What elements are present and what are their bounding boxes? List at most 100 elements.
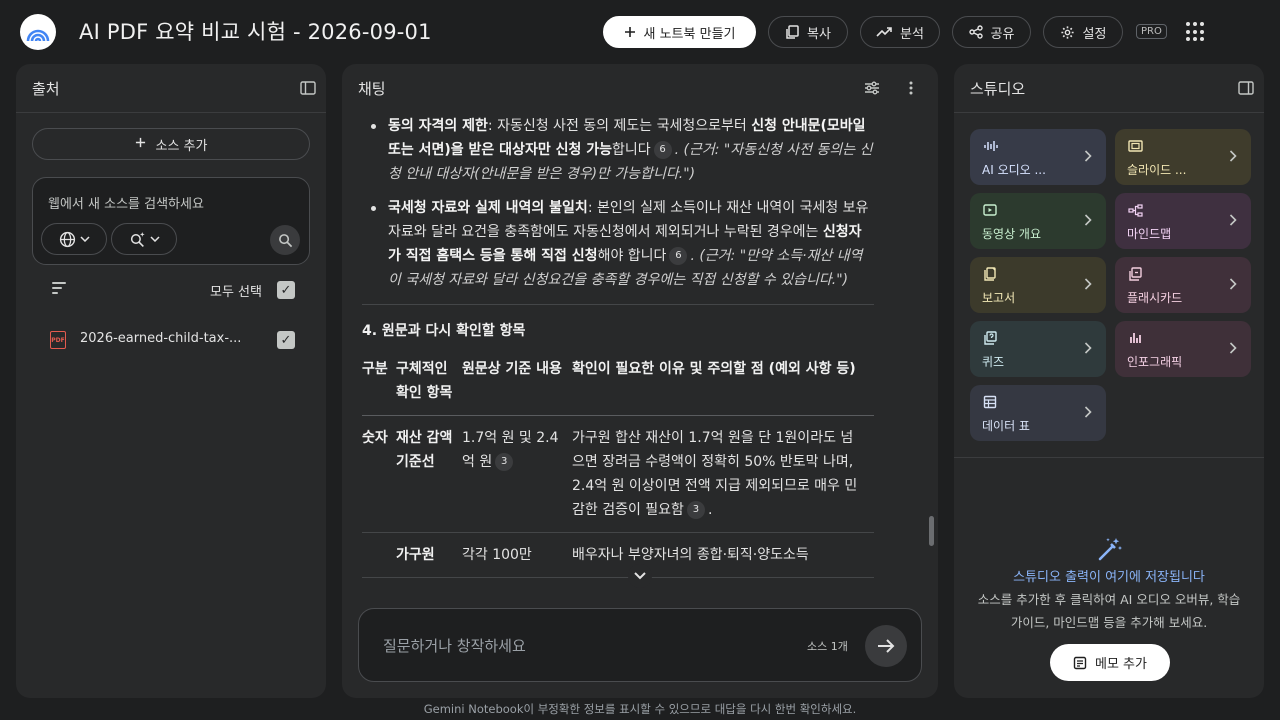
table-header-cell: 확인이 필요한 이유 및 주의할 점 (예외 사항 등) [572, 357, 874, 416]
add-source-label: 소스 추가 [155, 138, 208, 154]
studio-tile-label: 데이터 표 [982, 419, 1030, 433]
add-source-button[interactable]: 소스 추가 [32, 128, 310, 160]
notebook-title[interactable]: AI PDF 요약 비교 시험 - 2026-09-01 [79, 16, 432, 46]
citation-chip[interactable]: 6 [653, 141, 672, 159]
chevron-down-icon [634, 572, 646, 580]
table-cell: 1.7억 원 및 2.4억 원3 [462, 415, 572, 533]
research-mode-dropdown[interactable] [111, 223, 177, 255]
chevron-right-icon [1229, 211, 1237, 230]
citation-chip[interactable]: 3 [495, 453, 514, 471]
bullet-lead: 국세청 자료와 실제 내역의 불일치 [388, 200, 588, 216]
section-heading: 4. 원문과 다시 확인할 항목 [362, 323, 526, 339]
studio-tile-label: 보고서 [982, 291, 1016, 305]
source-count-label: 소스 1개 [807, 640, 848, 653]
table-cell: 재산 감액 기준선 [396, 415, 462, 533]
share-label: 공유 [990, 26, 1015, 42]
table-cell: 숫자 [362, 415, 396, 533]
studio-tile-mindmap[interactable]: 마인드맵 [1115, 193, 1251, 249]
table-cell [362, 532, 396, 578]
chat-input-placeholder[interactable]: 질문하거나 창작하세요 [383, 635, 526, 656]
chat-options-tune-icon[interactable] [862, 78, 882, 98]
studio-tile-quiz[interactable]: 퀴즈 [970, 321, 1106, 377]
apps-grid-icon[interactable] [1186, 22, 1206, 42]
sparkle-search-icon [130, 231, 145, 247]
search-icon [278, 233, 292, 247]
share-icon [968, 25, 983, 39]
chevron-right-icon [1084, 339, 1092, 358]
chat-panel: 채팅 동의 자격의 제한: 자동신청 사전 동의 제도는 국세청으로부터 신청 … [342, 64, 938, 698]
web-source-search-box[interactable]: 웹에서 새 소스를 검색하세요 [32, 177, 310, 265]
bullet-text: : 자동신청 사전 동의 제도는 국세청으로부터 [487, 118, 752, 134]
filter-sort-icon[interactable] [52, 282, 68, 296]
studio-tile-report[interactable]: 보고서 [970, 257, 1106, 313]
table-header-cell: 원문상 기준 내용 [462, 357, 572, 416]
new-notebook-button[interactable]: 새 노트북 만들기 [603, 16, 756, 48]
studio-tile-flashcard[interactable]: 플래시카드 [1115, 257, 1251, 313]
list-item: 국세청 자료와 실제 내역의 불일치: 본인의 실제 소득이나 재산 내역이 국… [362, 196, 874, 292]
send-button[interactable] [865, 625, 907, 667]
studio-empty-description: 소스를 추가한 후 클릭하여 AI 오디오 오버뷰, 학습 가이드, 마인드맵 … [977, 592, 1241, 630]
web-search-submit-button[interactable] [270, 225, 300, 255]
chat-scrollbar-thumb[interactable] [929, 516, 934, 546]
share-button[interactable]: 공유 [952, 16, 1031, 48]
copy-button[interactable]: 복사 [768, 16, 848, 48]
chat-message-area[interactable]: 동의 자격의 제한: 자동신청 사전 동의 제도는 국세청으로부터 신청 안내문… [362, 112, 874, 612]
chevron-right-icon [1229, 275, 1237, 294]
copy-icon [785, 25, 799, 39]
sources-panel: 출처 소스 추가 웹에서 새 소스를 검색하세요 모두 선택 ✓ PDF 202… [16, 64, 326, 698]
review-items-table: 구분 구체적인 확인 항목 원문상 기준 내용 확인이 필요한 이유 및 주의할… [362, 357, 874, 578]
studio-tile-label: 슬라이드 ... [1127, 163, 1187, 177]
cell-text: 가구원 합산 재산이 1.7억 원을 단 1원이라도 넘으면 장려금 수령액이 … [572, 430, 858, 518]
add-memo-button[interactable]: 메모 추가 [1050, 644, 1170, 681]
pdf-file-icon: PDF [50, 331, 66, 349]
table-cell: 가구원 합산 재산이 1.7억 원을 단 1원이라도 넘으면 장려금 수령액이 … [572, 415, 874, 533]
studio-tile-label: AI 오디오 ... [982, 163, 1046, 177]
more-vert-icon[interactable] [901, 78, 921, 98]
select-all-label: 모두 선택 [210, 285, 262, 300]
citation-chip[interactable]: 3 [686, 501, 705, 519]
web-source-type-dropdown[interactable] [41, 223, 107, 255]
copy-label: 복사 [807, 26, 831, 42]
app-logo[interactable] [20, 14, 56, 50]
studio-tile-label: 플래시카드 [1127, 291, 1183, 305]
chevron-right-icon [1229, 339, 1237, 358]
section-divider [362, 304, 874, 305]
arrow-right-icon [878, 639, 895, 653]
studio-panel: 스튜디오 AI 오디오 ... 슬라이드 ... 동영상 개요 마인드맵 보고서 플래시카… [954, 64, 1264, 698]
settings-button[interactable]: 설정 [1043, 16, 1123, 48]
analyze-button[interactable]: 분석 [860, 16, 940, 48]
chat-composer[interactable]: 질문하거나 창작하세요 소스 1개 [358, 608, 922, 682]
table-header-row: 구분 구체적인 확인 항목 원문상 기준 내용 확인이 필요한 이유 및 주의할… [362, 357, 874, 416]
notebook-logo-icon [26, 29, 50, 42]
collapse-panel-icon[interactable] [298, 78, 318, 98]
analyze-label: 분석 [900, 26, 924, 42]
table-header-cell: 구분 [362, 357, 396, 416]
add-memo-label: 메모 추가 [1095, 657, 1147, 672]
studio-tile-audio-waveform[interactable]: AI 오디오 ... [970, 129, 1106, 185]
source-item-checkbox[interactable]: ✓ [277, 331, 295, 349]
slides-icon [1127, 138, 1143, 154]
trending-up-icon [876, 26, 892, 38]
panel-divider [16, 112, 326, 113]
studio-tile-data-table[interactable]: 데이터 표 [970, 385, 1106, 441]
collapse-panel-icon[interactable] [1236, 78, 1256, 98]
table-cell: 배우자나 부양자녀의 종합·퇴직·양도소득 [572, 532, 874, 578]
table-header-cell: 구체적인 확인 항목 [396, 357, 462, 416]
citation-chip[interactable]: 6 [669, 247, 688, 265]
studio-tile-slides[interactable]: 슬라이드 ... [1115, 129, 1251, 185]
source-item-name[interactable]: 2026-earned-child-tax-... [80, 331, 260, 346]
report-icon [982, 266, 998, 282]
chevron-down-icon [79, 236, 90, 242]
chevron-right-icon [1084, 275, 1092, 294]
studio-tile-video[interactable]: 동영상 개요 [970, 193, 1106, 249]
studio-tile-infographic[interactable]: 인포그래픽 [1115, 321, 1251, 377]
studio-divider [954, 457, 1264, 458]
studio-tile-label: 인포그래픽 [1127, 355, 1183, 369]
table-row: 숫자 재산 감액 기준선 1.7억 원 및 2.4억 원3 가구원 합산 재산이… [362, 415, 874, 533]
select-all-checkbox[interactable]: ✓ [277, 281, 295, 299]
chevron-down-icon [149, 236, 160, 242]
chat-panel-title: 채팅 [358, 80, 386, 98]
chevron-right-icon [1084, 147, 1092, 166]
scroll-to-bottom-button[interactable] [628, 564, 652, 588]
studio-tile-label: 퀴즈 [982, 355, 1005, 369]
